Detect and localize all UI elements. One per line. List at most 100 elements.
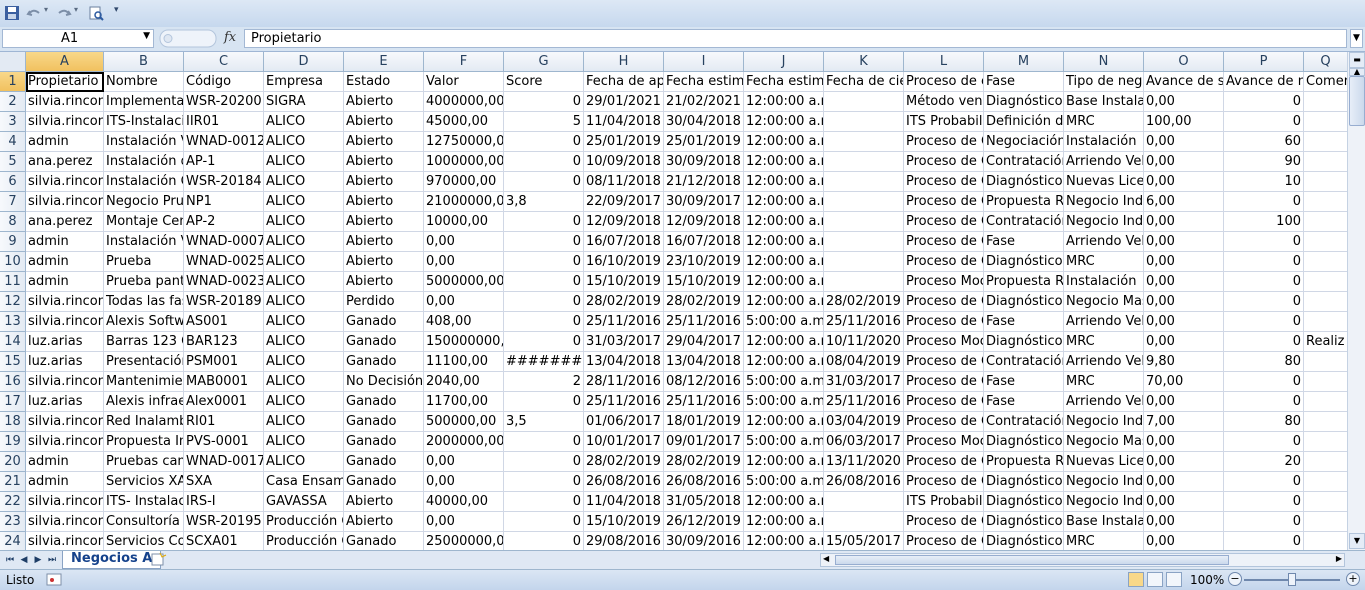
table-cell[interactable]: 01/06/2017 1: [584, 412, 664, 432]
table-cell[interactable]: AP-1: [184, 152, 264, 172]
table-cell[interactable]: 2000000,00: [424, 432, 504, 452]
table-cell[interactable]: 08/04/2019 1: [824, 352, 904, 372]
table-cell[interactable]: Proceso Moc: [904, 432, 984, 452]
table-cell[interactable]: Negocio Indu: [1064, 192, 1144, 212]
scroll-up-icon[interactable]: ▲: [1349, 68, 1365, 76]
table-cell[interactable]: 0,00: [424, 512, 504, 532]
table-cell[interactable]: 12750000,00: [424, 132, 504, 152]
table-cell[interactable]: [1304, 372, 1348, 392]
table-cell[interactable]: Abierto: [344, 252, 424, 272]
table-cell[interactable]: MRC: [1064, 532, 1144, 552]
table-cell[interactable]: 03/04/2019 1: [824, 412, 904, 432]
scroll-left-icon[interactable]: ◀: [823, 554, 829, 563]
table-cell[interactable]: Proceso de C: [904, 232, 984, 252]
table-cell[interactable]: 0,00: [1144, 472, 1224, 492]
table-cell[interactable]: Abierto: [344, 172, 424, 192]
first-sheet-icon[interactable]: ⏮: [4, 553, 16, 567]
table-cell[interactable]: 10/01/2017 5: [584, 432, 664, 452]
row-header[interactable]: 4: [0, 132, 26, 152]
row-header[interactable]: 18: [0, 412, 26, 432]
table-cell[interactable]: ITS Probabili: [904, 492, 984, 512]
table-cell[interactable]: MAB0001: [184, 372, 264, 392]
table-cell[interactable]: 12:00:00 a.m.: [744, 332, 824, 352]
table-cell[interactable]: [1304, 452, 1348, 472]
table-cell[interactable]: 11/04/2018 1: [584, 492, 664, 512]
table-cell[interactable]: silvia.rincon: [26, 172, 104, 192]
header-cell[interactable]: Fecha estima: [664, 72, 744, 92]
table-cell[interactable]: Arriendo Vel: [1064, 232, 1144, 252]
table-cell[interactable]: Ganado: [344, 412, 424, 432]
table-cell[interactable]: [1304, 512, 1348, 532]
table-cell[interactable]: Base Instala: [1064, 92, 1144, 112]
table-cell[interactable]: Red Inalamb: [104, 412, 184, 432]
table-cell[interactable]: 12:00:00 a.m.: [744, 352, 824, 372]
table-cell[interactable]: SCXA01: [184, 532, 264, 552]
table-cell[interactable]: [1304, 392, 1348, 412]
table-cell[interactable]: 12/09/2018: [664, 212, 744, 232]
table-cell[interactable]: Proceso de C: [904, 352, 984, 372]
column-header-p[interactable]: P: [1224, 52, 1304, 72]
table-cell[interactable]: 6,00: [1144, 192, 1224, 212]
table-cell[interactable]: 30/09/2018: [664, 152, 744, 172]
table-cell[interactable]: Producción C: [264, 532, 344, 552]
last-sheet-icon[interactable]: ⏭: [46, 553, 58, 567]
table-cell[interactable]: Ganado: [344, 332, 424, 352]
table-cell[interactable]: MRC: [1064, 332, 1144, 352]
table-cell[interactable]: ALICO: [264, 172, 344, 192]
table-cell[interactable]: 25/11/2016 5: [584, 392, 664, 412]
table-cell[interactable]: Proceso Moc: [904, 272, 984, 292]
table-cell[interactable]: 0,00: [1144, 392, 1224, 412]
table-cell[interactable]: Servicios Co: [104, 532, 184, 552]
table-cell[interactable]: 5000000,00: [424, 272, 504, 292]
table-cell[interactable]: 70,00: [1144, 372, 1224, 392]
table-cell[interactable]: Implementa: [104, 92, 184, 112]
undo-icon[interactable]: [26, 5, 42, 21]
table-cell[interactable]: 2040,00: [424, 372, 504, 392]
table-cell[interactable]: 31/03/2017 1: [584, 332, 664, 352]
row-header[interactable]: 23: [0, 512, 26, 532]
table-cell[interactable]: silvia.rincon: [26, 432, 104, 452]
table-cell[interactable]: Proceso de C: [904, 292, 984, 312]
row-header[interactable]: 20: [0, 452, 26, 472]
table-cell[interactable]: SIGRA: [264, 92, 344, 112]
table-cell[interactable]: 12:00:00 a.m.: [744, 532, 824, 552]
table-cell[interactable]: Diagnóstico: [984, 92, 1064, 112]
table-cell[interactable]: [1304, 252, 1348, 272]
table-cell[interactable]: Contratación: [984, 212, 1064, 232]
table-cell[interactable]: ALICO: [264, 312, 344, 332]
table-cell[interactable]: Arriendo Vel: [1064, 312, 1144, 332]
table-cell[interactable]: 0,00: [1144, 92, 1224, 112]
insert-sheet-icon[interactable]: [146, 552, 170, 567]
formula-input[interactable]: Propietario: [244, 29, 1347, 48]
table-cell[interactable]: 12/09/2018 1: [584, 212, 664, 232]
table-cell[interactable]: luz.arias: [26, 392, 104, 412]
table-cell[interactable]: 26/12/2019: [664, 512, 744, 532]
table-cell[interactable]: [1304, 312, 1348, 332]
table-cell[interactable]: 5:00:00 a.m.: [744, 432, 824, 452]
table-cell[interactable]: 12:00:00 a.m.: [744, 492, 824, 512]
table-cell[interactable]: Negocio Mas: [1064, 292, 1144, 312]
table-cell[interactable]: 150000000,00: [424, 332, 504, 352]
undo-dropdown-icon[interactable]: ▾: [44, 5, 52, 21]
split-handle-icon[interactable]: ▬: [1349, 52, 1365, 68]
row-header[interactable]: 6: [0, 172, 26, 192]
scroll-down-icon[interactable]: ▼: [1349, 533, 1365, 549]
table-cell[interactable]: 7,00: [1144, 412, 1224, 432]
table-cell[interactable]: silvia.rincon: [26, 112, 104, 132]
table-cell[interactable]: 12:00:00 a.m.: [744, 152, 824, 172]
table-cell[interactable]: 12:00:00 a.m.: [744, 452, 824, 472]
table-cell[interactable]: 28/02/2019 1: [824, 292, 904, 312]
table-cell[interactable]: [824, 152, 904, 172]
table-cell[interactable]: 21/12/2018: [664, 172, 744, 192]
table-cell[interactable]: luz.arias: [26, 352, 104, 372]
table-cell[interactable]: 31/03/2017 5: [824, 372, 904, 392]
table-cell[interactable]: 9,80: [1144, 352, 1224, 372]
table-cell[interactable]: [824, 112, 904, 132]
table-cell[interactable]: 10: [1224, 172, 1304, 192]
table-cell[interactable]: WNAD-0007: [184, 232, 264, 252]
page-layout-view-icon[interactable]: [1147, 572, 1163, 587]
table-cell[interactable]: 09/01/2017: [664, 432, 744, 452]
table-cell[interactable]: Negocio Indu: [1064, 492, 1144, 512]
table-cell[interactable]: Ganado: [344, 452, 424, 472]
table-cell[interactable]: 28/02/2019 1: [584, 292, 664, 312]
